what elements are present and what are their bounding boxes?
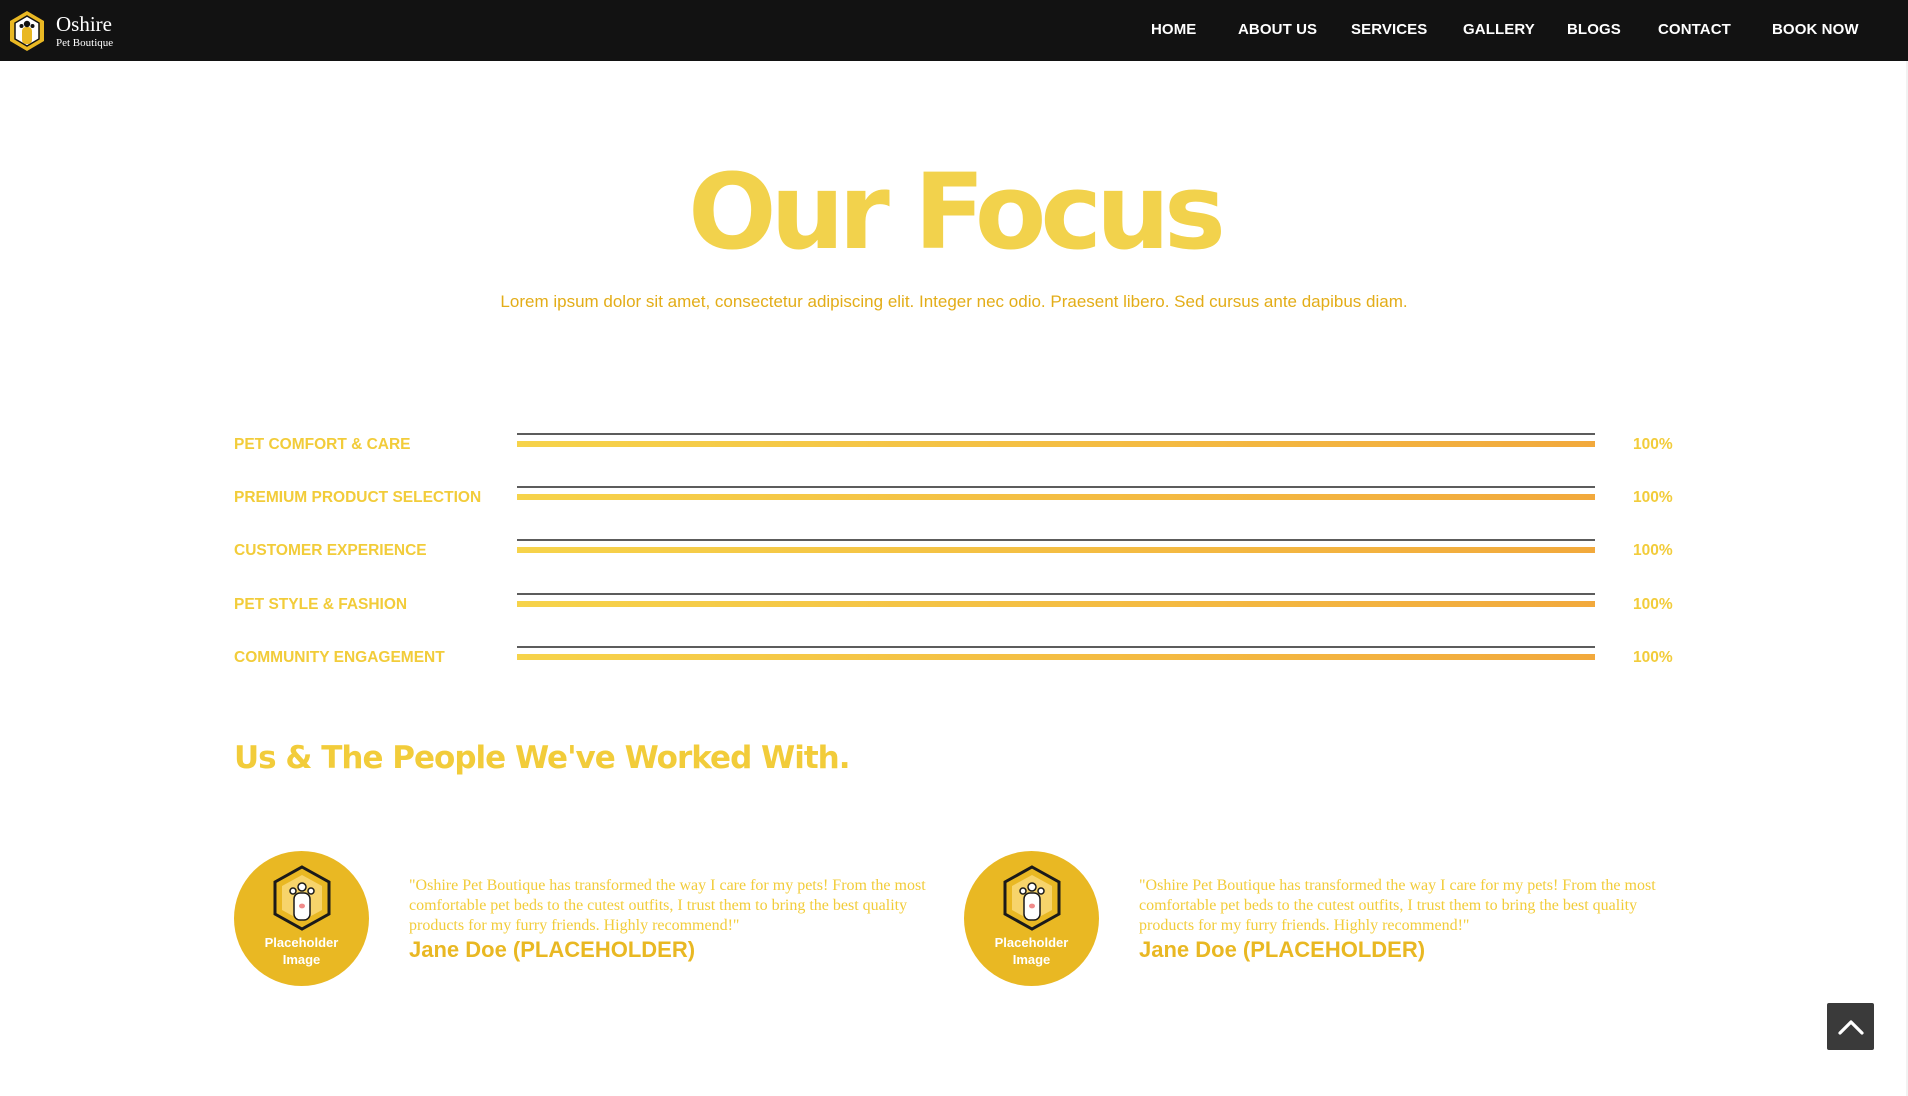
chevron-up-icon — [1837, 1019, 1864, 1035]
brand-logo[interactable]: Oshire Pet Boutique — [8, 10, 113, 52]
top-navbar: Oshire Pet Boutique HOME ABOUT US SERVIC… — [0, 0, 1908, 61]
skill-percent: 100% — [1633, 436, 1673, 453]
brand-name: Oshire — [56, 11, 112, 36]
skill-fill — [517, 654, 1595, 660]
nav-gallery[interactable]: GALLERY — [1463, 21, 1535, 38]
skill-fill — [517, 601, 1595, 607]
skill-row: PET STYLE & FASHION 100% — [234, 593, 1674, 617]
skill-percent: 100% — [1633, 649, 1673, 666]
skill-label: COMMUNITY ENGAGEMENT — [234, 649, 445, 666]
skill-label: PREMIUM PRODUCT SELECTION — [234, 489, 482, 506]
skill-percent: 100% — [1633, 489, 1673, 506]
section-title: Our Focus — [688, 151, 1226, 273]
skill-row: PREMIUM PRODUCT SELECTION 100% — [234, 486, 1674, 510]
skill-row: CUSTOMER EXPERIENCE 100% — [234, 539, 1674, 563]
nav-services[interactable]: SERVICES — [1351, 21, 1427, 38]
paw-hexagon-icon — [1003, 865, 1060, 931]
skill-track-line — [517, 646, 1595, 648]
skill-bar — [517, 593, 1595, 609]
paw-hexagon-icon — [10, 11, 44, 51]
skill-percent: 100% — [1633, 542, 1673, 559]
nav-about-us[interactable]: ABOUT US — [1238, 21, 1317, 38]
nav-home[interactable]: HOME — [1151, 21, 1196, 38]
skill-fill — [517, 441, 1595, 447]
skill-row: COMMUNITY ENGAGEMENT 100% — [234, 646, 1674, 670]
skill-row: PET COMFORT & CARE 100% — [234, 433, 1674, 457]
skill-track-line — [517, 593, 1595, 595]
avatar-label: Placeholder Image — [994, 935, 1069, 967]
paw-hexagon-icon — [273, 865, 330, 931]
skill-track-line — [517, 486, 1595, 488]
skill-bar — [517, 433, 1595, 449]
skill-bar — [517, 486, 1595, 502]
skill-label: CUSTOMER EXPERIENCE — [234, 542, 427, 559]
brand-tagline: Pet Boutique — [56, 36, 114, 49]
skill-label: PET COMFORT & CARE — [234, 436, 411, 453]
testimonial-card: Placeholder Image "Oshire Pet Boutique h… — [964, 851, 1664, 991]
skill-bar — [517, 539, 1595, 555]
nav-book-now[interactable]: BOOK NOW — [1772, 21, 1859, 38]
testimonial-quote: "Oshire Pet Boutique has transformed the… — [1139, 877, 1656, 934]
nav-contact[interactable]: CONTACT — [1658, 21, 1731, 38]
skill-track-line — [517, 433, 1595, 435]
testimonial-author: Jane Doe (PLACEHOLDER) — [409, 937, 696, 962]
skill-label: PET STYLE & FASHION — [234, 596, 408, 613]
section-subtitle: Lorem ipsum dolor sit amet, consectetur … — [500, 292, 1408, 311]
skill-track-line — [517, 539, 1595, 541]
skill-fill — [517, 494, 1595, 500]
skill-bar — [517, 646, 1595, 662]
testimonial-author: Jane Doe (PLACEHOLDER) — [1139, 937, 1426, 962]
people-heading: Us & The People We've Worked With. — [234, 740, 851, 776]
avatar-placeholder: Placeholder Image — [964, 851, 1099, 986]
skill-percent: 100% — [1633, 596, 1673, 613]
scroll-to-top-button[interactable] — [1827, 1003, 1874, 1050]
testimonial-card: Placeholder Image "Oshire Pet Boutique h… — [234, 851, 934, 991]
avatar-label: Placeholder Image — [264, 935, 339, 967]
testimonial-quote: "Oshire Pet Boutique has transformed the… — [409, 877, 926, 934]
skill-fill — [517, 547, 1595, 553]
nav-blogs[interactable]: BLOGS — [1567, 21, 1621, 38]
avatar-placeholder: Placeholder Image — [234, 851, 369, 986]
